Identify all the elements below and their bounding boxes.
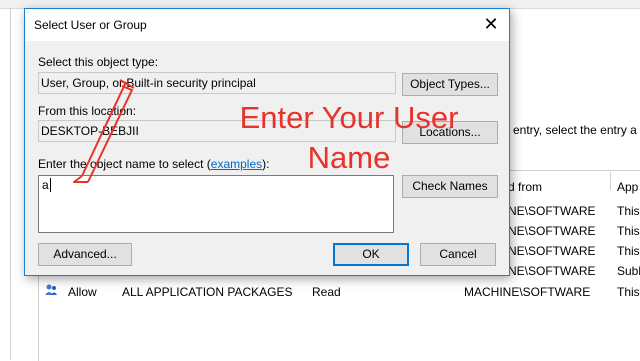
cancel-button[interactable]: Cancel [420,243,496,266]
row-applies-cell[interactable]: Subk [617,264,640,278]
row-principal-cell[interactable]: ALL APPLICATION PACKAGES [122,285,293,299]
column-separator[interactable] [610,172,611,190]
check-names-button[interactable]: Check Names [402,175,498,198]
row-applies-cell[interactable]: This [617,204,640,218]
location-label: From this location: [38,104,137,118]
annotation-line-1: Enter Your User [239,100,459,135]
object-types-button[interactable]: Object Types... [402,73,498,96]
column-header-applies-to[interactable]: App [617,180,638,194]
row-applies-cell[interactable]: This [617,285,640,299]
ok-button[interactable]: OK [333,243,409,266]
dialog-title: Select User or Group [34,18,147,32]
dialog-titlebar[interactable]: Select User or Group ✕ [25,9,509,41]
object-name-input[interactable]: a [38,175,394,233]
object-type-field: User, Group, or Built-in security princi… [38,72,396,94]
row-inherited-cell[interactable]: NE\SOFTWARE [508,244,596,258]
window-border [10,8,11,360]
advanced-button[interactable]: Advanced... [38,243,132,266]
object-name-value: a [42,178,49,192]
row-inherited-cell[interactable]: NE\SOFTWARE [508,204,596,218]
object-type-label: Select this object type: [38,55,159,69]
close-button[interactable]: ✕ [479,13,503,35]
close-icon: ✕ [483,14,499,34]
user-group-icon [45,284,57,295]
column-header-inherited-from[interactable]: d from [508,180,542,194]
row-type-cell[interactable]: Allow [68,285,97,299]
enter-name-label-prefix: Enter the object name to select ( [38,157,211,171]
annotation-text: Enter Your User Name [214,98,484,178]
annotation-line-2: Name [307,140,391,175]
row-applies-cell[interactable]: This [617,224,640,238]
row-inherited-cell[interactable]: NE\SOFTWARE [508,264,596,278]
permissions-info-text: entry, select the entry a [513,123,637,137]
row-access-cell[interactable]: Read [312,285,341,299]
text-cursor [49,178,51,192]
row-inherited-cell[interactable]: NE\SOFTWARE [508,224,596,238]
row-inherited-cell[interactable]: MACHINE\SOFTWARE [464,285,590,299]
row-applies-cell[interactable]: This [617,244,640,258]
